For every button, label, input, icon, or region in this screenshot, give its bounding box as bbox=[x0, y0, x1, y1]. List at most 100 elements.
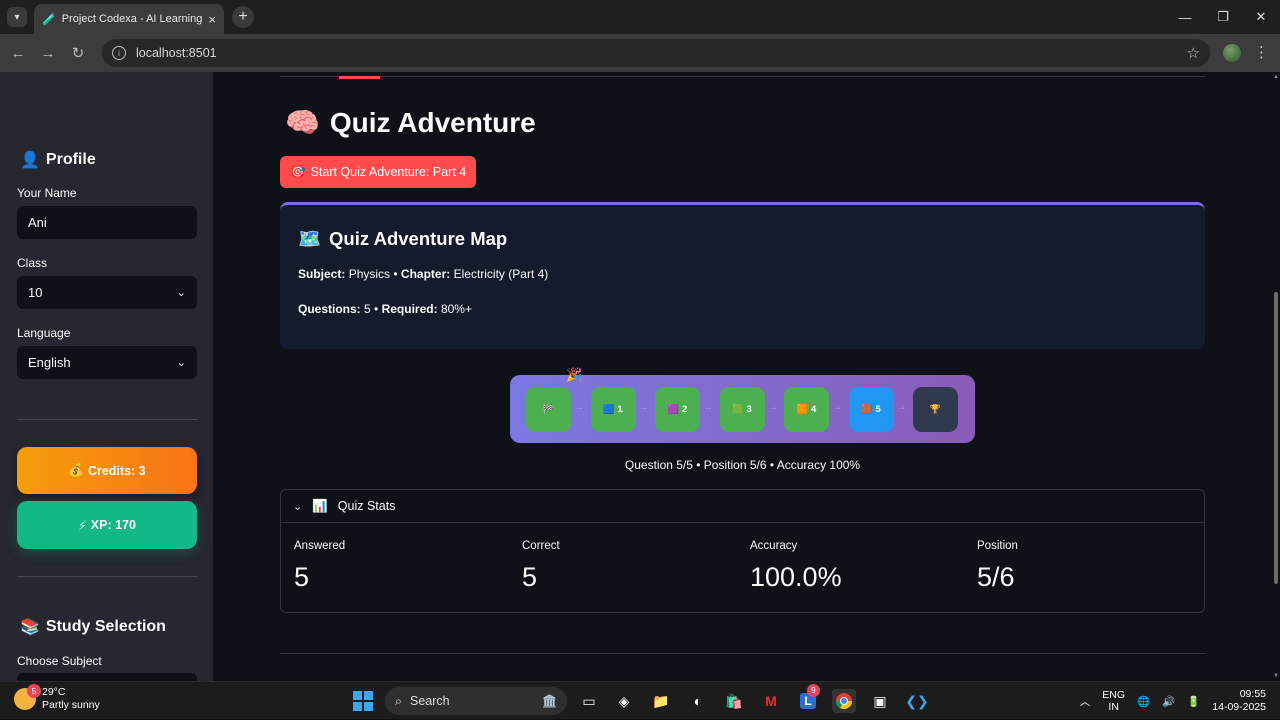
tab-title: Project Codexa - AI Learning Pl bbox=[61, 13, 202, 25]
xp-text: XP: 170 bbox=[90, 518, 136, 532]
l-app-icon[interactable]: L 9 bbox=[796, 684, 820, 713]
network-icon[interactable]: 🌐 bbox=[1137, 695, 1150, 708]
subject-select[interactable] bbox=[17, 673, 197, 681]
map-node: 🟫 5 bbox=[848, 387, 894, 432]
map-node: 🟩 3 bbox=[719, 387, 765, 432]
content-divider bbox=[280, 653, 1205, 654]
weather-temp: 29°C bbox=[42, 686, 66, 698]
taskbar-search[interactable]: ⌕ Search 🏛️ bbox=[385, 687, 567, 715]
scroll-thumb[interactable] bbox=[1274, 292, 1278, 584]
search-icon: ⌕ bbox=[395, 693, 403, 708]
player-marker-icon: 🎉 bbox=[566, 367, 583, 382]
metric-accuracy: Accuracy 100.0% bbox=[750, 540, 842, 593]
forward-arrow-icon[interactable]: → bbox=[38, 43, 58, 63]
map-node: 🟪 2 bbox=[655, 387, 700, 432]
maximize-icon[interactable]: ❐ bbox=[1204, 0, 1242, 34]
notification-badge: 9 bbox=[807, 684, 820, 697]
back-arrow-icon[interactable]: ← bbox=[8, 43, 28, 63]
subject-label: Choose Subject bbox=[17, 654, 102, 668]
study-heading-text: Study Selection bbox=[45, 618, 166, 635]
weather-widget[interactable]: 5 29°C Partly sunny bbox=[14, 684, 100, 712]
questions-key: Questions: bbox=[298, 302, 361, 316]
active-tab-indicator[interactable] bbox=[339, 76, 380, 79]
language-indicator[interactable]: ENG IN bbox=[1102, 689, 1125, 713]
clock-time: 09:55 bbox=[1239, 688, 1266, 700]
browser-tab[interactable]: 🧪 Project Codexa - AI Learning Pl × bbox=[34, 4, 224, 34]
books-icon: 📚 bbox=[20, 619, 40, 636]
study-selection-heading: 📚 Study Selection bbox=[20, 617, 166, 637]
questions-value: 5 bbox=[364, 302, 371, 316]
browser-profile-avatar[interactable] bbox=[1223, 44, 1241, 62]
show-hidden-icons-icon[interactable]: ︿ bbox=[1080, 694, 1091, 709]
chevron-down-icon: ⌄ bbox=[176, 357, 186, 369]
scroll-down-icon[interactable]: ▼ bbox=[1273, 673, 1279, 679]
metric-position: Position 5/6 bbox=[977, 540, 1018, 593]
map-subject-line: Subject: Physics • Chapter: Electricity … bbox=[298, 267, 549, 281]
scroll-up-icon[interactable]: ▲ bbox=[1273, 74, 1279, 80]
browser-menu-icon[interactable]: ⋮ bbox=[1254, 43, 1269, 61]
copilot-icon[interactable]: ◈ bbox=[612, 689, 636, 713]
adventure-track: 🏁 → 🟦 1 → 🟪 2 → 🟩 3 → 🟧 4 → 🟫 5 → 🏆 bbox=[510, 375, 975, 443]
tab-search-chevron-icon[interactable]: ▾ bbox=[7, 7, 27, 27]
mcafee-icon[interactable]: M bbox=[759, 689, 783, 713]
profile-heading-text: Profile bbox=[45, 151, 96, 168]
browser-toolbar: ← → ↻ i localhost:8501 ☆ ⋮ bbox=[0, 34, 1280, 72]
tab-rule bbox=[280, 76, 1205, 77]
path-arrow-icon: → bbox=[767, 402, 778, 413]
profile-heading: 👤 Profile bbox=[20, 150, 96, 170]
quiz-stats-title: Quiz Stats bbox=[337, 499, 396, 513]
name-input[interactable]: Ani bbox=[17, 206, 197, 239]
bookmark-star-icon[interactable]: ☆ bbox=[1187, 44, 1200, 62]
node-label: 4 bbox=[810, 404, 817, 415]
task-view-icon[interactable]: ▭ bbox=[577, 689, 601, 713]
map-node: 🟧 4 bbox=[784, 387, 829, 432]
browser-tab-bar: ▾ 🧪 Project Codexa - AI Learning Pl × + … bbox=[0, 0, 1280, 34]
page-scrollbar[interactable]: ▲ ▼ bbox=[1272, 72, 1280, 681]
store-icon[interactable]: 🛍️ bbox=[722, 689, 746, 713]
reload-icon[interactable]: ↻ bbox=[68, 43, 88, 63]
map-title: 🗺️ Quiz Adventure Map bbox=[298, 228, 507, 250]
node-label: 1 bbox=[617, 404, 623, 415]
start-quiz-button-label: Start Quiz Adventure: Part 4 bbox=[310, 165, 467, 179]
window-close-icon[interactable]: ✕ bbox=[1242, 0, 1280, 34]
clock[interactable]: 09:55 14-09-2025 bbox=[1212, 688, 1266, 714]
node-glyph-icon: 🏆 bbox=[929, 404, 942, 414]
volume-icon[interactable]: 🔊 bbox=[1162, 695, 1175, 708]
address-bar[interactable]: i localhost:8501 ☆ bbox=[102, 39, 1210, 67]
file-explorer-icon[interactable]: 📁 bbox=[649, 689, 673, 713]
quiz-stats-header[interactable]: ⌄ 📊 Quiz Stats bbox=[281, 490, 1204, 523]
site-info-icon[interactable]: i bbox=[112, 46, 126, 60]
chapter-value: Electricity (Part 4) bbox=[453, 267, 549, 281]
metric-label: Answered bbox=[294, 540, 346, 552]
start-quiz-button[interactable]: 🎯 Start Quiz Adventure: Part 4 bbox=[280, 156, 477, 188]
battery-icon[interactable]: 🔋 bbox=[1187, 695, 1200, 708]
subject-key: Subject: bbox=[298, 267, 346, 281]
vscode-icon[interactable]: ❮❯ bbox=[905, 689, 929, 713]
credits-text: Credits: 3 bbox=[87, 463, 146, 478]
tab-close-icon[interactable]: × bbox=[208, 12, 216, 27]
terminal-icon[interactable]: ▣ bbox=[868, 689, 892, 713]
new-tab-button[interactable]: + bbox=[232, 6, 254, 28]
sidebar-divider bbox=[17, 419, 197, 420]
sidebar-divider bbox=[17, 576, 197, 577]
required-key: Required: bbox=[381, 302, 438, 316]
edge-icon[interactable]: ◐ bbox=[686, 689, 710, 713]
main-content: 🧠 Quiz Adventure 🎯 Start Quiz Adventure:… bbox=[213, 72, 1280, 681]
weather-badge: 5 bbox=[27, 684, 41, 698]
class-label: Class bbox=[17, 256, 48, 270]
chrome-icon[interactable] bbox=[832, 689, 856, 713]
page-title-text: Quiz Adventure bbox=[329, 106, 536, 138]
class-select[interactable]: 10 ⌄ bbox=[17, 276, 197, 309]
clock-date: 14-09-2025 bbox=[1212, 701, 1266, 713]
person-icon: 👤 bbox=[20, 152, 40, 169]
minimize-icon[interactable]: — bbox=[1166, 0, 1204, 34]
language-label: Language bbox=[17, 326, 71, 340]
windows-start-icon[interactable] bbox=[351, 689, 375, 713]
language-select[interactable]: English ⌄ bbox=[17, 346, 197, 379]
metric-correct: Correct 5 bbox=[522, 540, 560, 593]
class-select-value: 10 bbox=[28, 285, 43, 300]
url-text: localhost:8501 bbox=[136, 46, 217, 60]
subject-value: Physics bbox=[348, 267, 391, 281]
lang-bottom: IN bbox=[1108, 701, 1119, 713]
node-glyph-icon: 🟩 bbox=[732, 404, 744, 414]
